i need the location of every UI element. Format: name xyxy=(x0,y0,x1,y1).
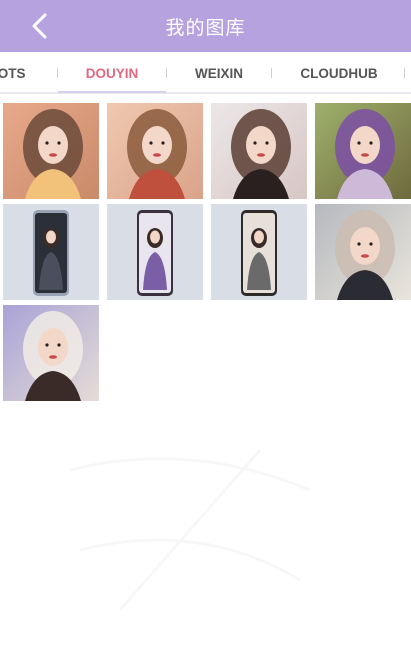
tab-weixin[interactable]: WEIXIN xyxy=(167,52,271,94)
gallery-thumbnail[interactable] xyxy=(107,204,203,300)
gallery-thumbnail[interactable] xyxy=(315,204,411,300)
portrait-photo-image xyxy=(3,103,99,199)
gallery-thumbnail[interactable] xyxy=(315,103,411,199)
tab-separator xyxy=(404,68,405,78)
active-tab-indicator xyxy=(58,91,166,93)
portrait-photo-image xyxy=(211,103,307,199)
portrait-photo-image xyxy=(315,204,411,300)
phone-screenshot-image xyxy=(107,204,203,300)
portrait-photo-image xyxy=(3,305,99,401)
tab-douyin[interactable]: DOUYIN xyxy=(58,52,166,94)
portrait-photo-image xyxy=(107,103,203,199)
image-grid xyxy=(3,103,411,401)
gallery-thumbnail[interactable] xyxy=(211,204,307,300)
watermark-icon xyxy=(69,449,311,611)
tab-hots[interactable]: IOTS xyxy=(0,52,34,94)
portrait-photo-image xyxy=(315,103,411,199)
gallery-thumbnail[interactable] xyxy=(3,305,99,401)
gallery-thumbnail[interactable] xyxy=(211,103,307,199)
gallery-thumbnail[interactable] xyxy=(3,103,99,199)
tab-cloudhub[interactable]: CLOUDHUB xyxy=(272,52,406,94)
page-title: 我的图库 xyxy=(165,16,246,39)
phone-screenshot-image xyxy=(211,204,307,300)
gallery-thumbnail[interactable] xyxy=(3,204,99,300)
gallery-screen: 我的图库 IOTS DOUYIN WEIXIN CLOUDHUB xyxy=(0,0,411,671)
tab-bar: IOTS DOUYIN WEIXIN CLOUDHUB xyxy=(0,52,411,94)
phone-screenshot-image xyxy=(3,204,99,300)
gallery-thumbnail[interactable] xyxy=(107,103,203,199)
header-bar: 我的图库 xyxy=(0,0,411,52)
